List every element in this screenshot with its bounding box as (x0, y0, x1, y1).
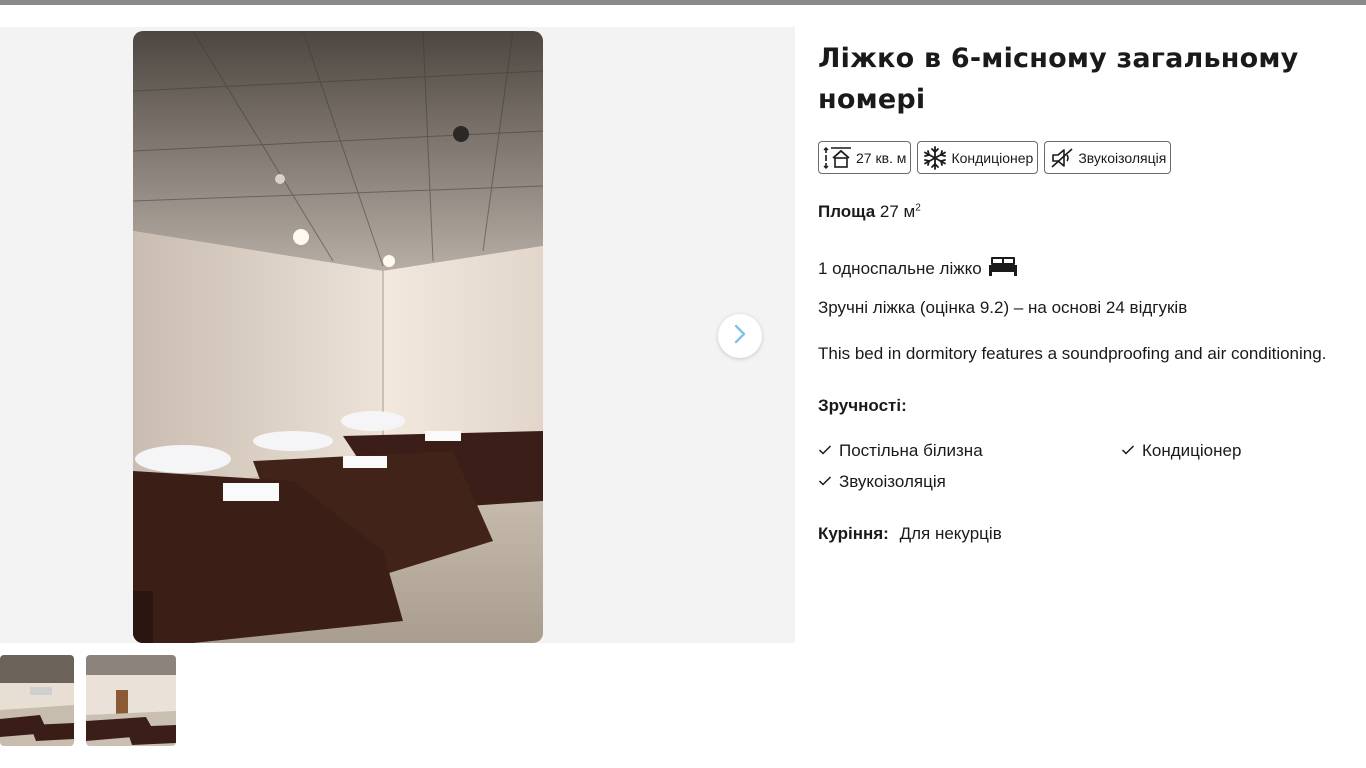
bed-info-text: 1 односпальне ліжко (818, 258, 982, 278)
next-photo-button[interactable] (718, 314, 762, 358)
room-area: Площа 27 м2 (818, 202, 1348, 222)
soundproof-icon (1049, 145, 1075, 171)
bed-comfort-rating: Зручні ліжка (оцінка 9.2) – на основі 24… (818, 298, 1188, 317)
top-border (0, 0, 1366, 5)
facility-label: Звукоізоляція (839, 472, 946, 491)
bed-icon (988, 255, 1018, 282)
checkmark-icon (818, 441, 832, 461)
facility-item: Звукоізоляція (818, 472, 1121, 492)
area-value: 27 м (879, 202, 916, 221)
facilities-heading: Зручності: (818, 396, 907, 415)
air-conditioning-badge: Кондиціонер (917, 141, 1039, 174)
room-size-label: 27 кв. м (856, 149, 907, 166)
snowflake-icon (922, 145, 948, 171)
area-label: Площа (818, 202, 876, 221)
air-conditioning-label: Кондиціонер (951, 149, 1034, 166)
smoking-label: Куріння: (818, 524, 889, 543)
smoking-policy: Куріння: Для некурців (818, 524, 1348, 544)
soundproof-badge: Звукоізоляція (1044, 141, 1172, 174)
room-details: Ліжко в 6-місному загальному номері 27 к… (818, 38, 1348, 544)
photo-gallery (0, 27, 795, 643)
main-room-photo[interactable] (133, 31, 543, 643)
chevron-right-icon (733, 323, 747, 350)
room-title: Ліжко в 6-місному загальному номері (818, 43, 1299, 115)
facilities-list: Постільна білизна Кондиціонер Звукоізоля… (818, 441, 1348, 492)
room-size-icon (823, 145, 853, 171)
checkmark-icon (818, 472, 832, 492)
photo-thumbnail[interactable] (0, 655, 74, 746)
checkmark-icon (1121, 441, 1135, 461)
facility-item: Постільна білизна (818, 441, 1121, 461)
facility-item: Кондиціонер (1121, 441, 1321, 461)
facility-label: Постільна білизна (839, 441, 983, 460)
feature-badges: 27 кв. м Кондиціонер Звукоізоляція (818, 141, 1348, 174)
room-size-badge: 27 кв. м (818, 141, 912, 174)
room-description: This bed in dormitory features a soundpr… (818, 344, 1327, 363)
bed-info: 1 односпальне ліжко (818, 255, 1348, 282)
soundproof-label: Звукоізоляція (1078, 149, 1167, 166)
smoking-value: Для некурців (899, 524, 1002, 543)
facility-label: Кондиціонер (1142, 441, 1242, 460)
area-unit-superscript: 2 (915, 202, 921, 214)
photo-thumbnail[interactable] (86, 655, 176, 746)
